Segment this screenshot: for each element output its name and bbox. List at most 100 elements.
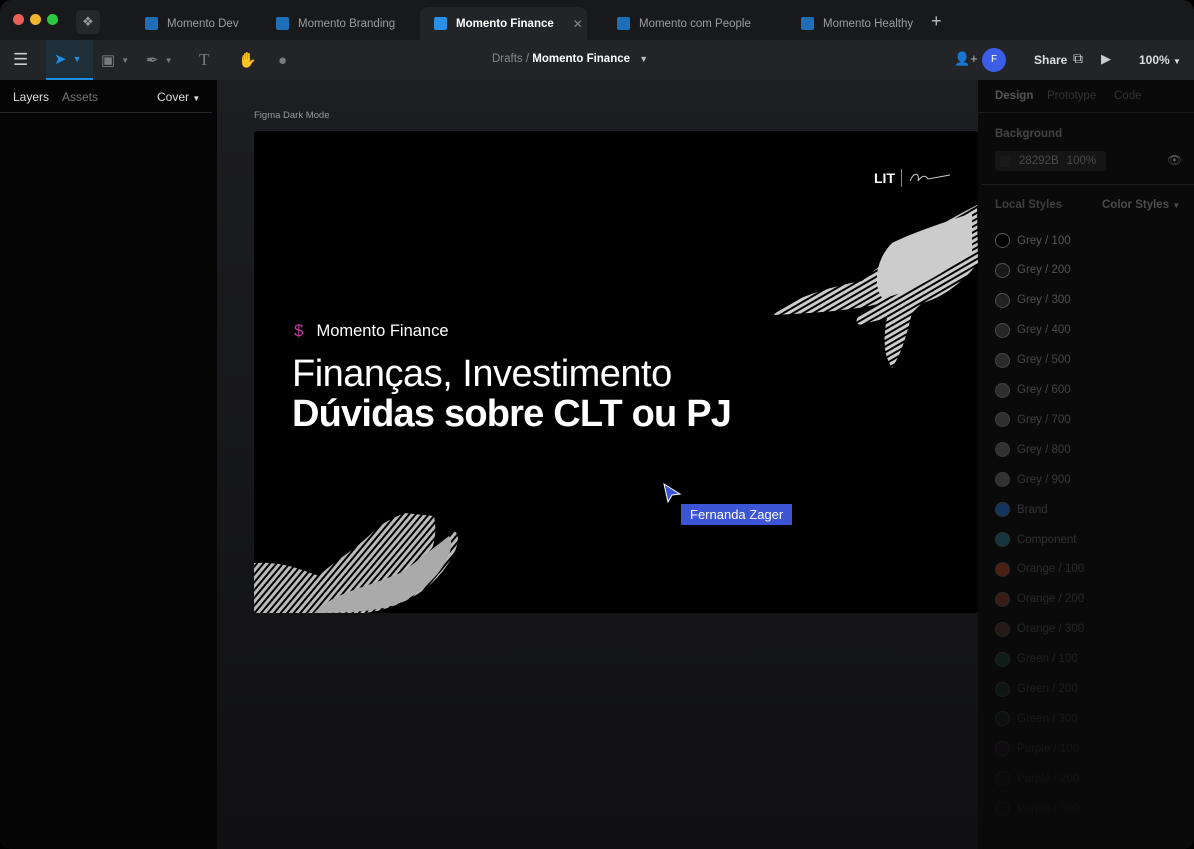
file-icon [145, 17, 158, 30]
color-swatch[interactable] [1000, 155, 1011, 167]
color-swatch [995, 472, 1010, 488]
color-swatch [995, 262, 1010, 278]
filter-label: Color Styles [1102, 199, 1170, 211]
title-line-1: Finanças, Investimento [292, 353, 672, 395]
color-style-item[interactable]: Grey / 800 [995, 442, 1071, 458]
bg-hex[interactable]: 28292B [1019, 155, 1059, 167]
color-style-item[interactable]: Purple / 200 [995, 771, 1079, 787]
close-window-button[interactable] [13, 14, 24, 25]
color-style-item[interactable]: Orange / 200 [995, 591, 1085, 607]
color-swatch [995, 771, 1010, 787]
close-tab-icon[interactable]: ✕ [573, 17, 583, 31]
figma-logo-icon[interactable]: ❖ [76, 10, 100, 34]
file-icon [617, 17, 630, 30]
color-style-item[interactable]: Orange / 100 [995, 561, 1084, 577]
color-style-item[interactable]: Grey / 900 [995, 472, 1071, 488]
minimize-window-button[interactable] [30, 14, 41, 25]
bg-opacity[interactable]: 100% [1067, 155, 1096, 167]
local-styles-label: Local Styles [995, 199, 1063, 211]
file-icon [801, 17, 814, 30]
color-swatch [995, 651, 1010, 667]
color-style-name: Green / 300 [1017, 712, 1078, 725]
background-label: Background [995, 128, 1063, 140]
color-style-name: Orange / 200 [1017, 593, 1085, 606]
maximize-window-button[interactable] [47, 14, 58, 25]
frame-label[interactable]: Figma Dark Mode [254, 110, 330, 121]
color-style-item[interactable]: Grey / 100 [995, 233, 1071, 248]
color-style-item[interactable]: Green / 100 [995, 651, 1078, 667]
breadcrumb-parent[interactable]: Drafts / [492, 53, 529, 65]
tab-assets[interactable]: Assets [62, 90, 98, 104]
background-color-field[interactable]: 28292B 100% [995, 151, 1106, 171]
color-style-item[interactable]: Brand [995, 502, 1048, 518]
color-style-item[interactable]: Grey / 400 [995, 322, 1071, 338]
open-external-icon[interactable]: ⧉ [1073, 50, 1083, 67]
frame-tool[interactable]: ▣ ▼ [101, 40, 129, 80]
tab-momento-branding[interactable]: Momento Branding [262, 7, 417, 40]
add-user-icon[interactable]: 👤+ [954, 51, 978, 67]
color-style-item[interactable]: Purple / 100 [995, 741, 1079, 757]
comment-tool-icon[interactable]: ● [278, 40, 287, 80]
signature-icon [909, 173, 951, 182]
pen-tool[interactable]: ✒ ▼ [146, 40, 173, 80]
text-tool-icon[interactable]: T [199, 40, 209, 80]
color-style-name: Grey / 900 [1017, 473, 1071, 486]
avatar[interactable]: F [982, 48, 1006, 72]
color-swatch [995, 292, 1010, 308]
color-style-item[interactable]: Grey / 600 [995, 382, 1071, 398]
color-style-name: Grey / 400 [1017, 324, 1071, 337]
zoom-value: 100% [1139, 53, 1170, 67]
color-style-item[interactable]: Green / 300 [995, 711, 1078, 727]
color-style-item[interactable]: Grey / 300 [995, 292, 1071, 308]
color-style-name: Orange / 300 [1017, 623, 1085, 636]
chevron-down-icon: ▼ [192, 94, 201, 103]
color-style-item[interactable]: Purple / 300 [995, 801, 1079, 817]
color-swatch [995, 711, 1010, 727]
share-button[interactable]: Share [1034, 53, 1067, 67]
eye-icon[interactable]: 👁 [1167, 153, 1182, 167]
color-style-item[interactable]: Orange / 300 [995, 621, 1085, 637]
tab-momento-healthy[interactable]: Momento Healthy [787, 7, 922, 40]
chevron-down-icon[interactable]: ▼ [639, 54, 648, 64]
file-name[interactable]: Momento Finance [532, 53, 630, 65]
tab-layers[interactable]: Layers [13, 90, 49, 104]
tab-momento-com-people[interactable]: Momento com People [603, 7, 773, 40]
tab-prototype[interactable]: Prototype [1047, 90, 1096, 102]
zoom-dropdown[interactable]: 100% ▼ [1139, 53, 1181, 67]
canvas[interactable]: Figma Dark Mode LIT $ Momento Finance Fi… [217, 80, 978, 849]
color-swatch [995, 801, 1010, 817]
color-swatch [995, 233, 1010, 248]
tab-momento-finance[interactable]: Momento Finance ✕ [420, 7, 587, 40]
hand-tool-icon[interactable]: ✋ [238, 40, 257, 80]
new-tab-icon[interactable]: + [931, 11, 942, 32]
figma-window: ❖ Momento Dev Momento Branding Momento F… [0, 0, 1194, 849]
file-icon [434, 17, 447, 30]
color-style-item[interactable]: Component [995, 532, 1076, 547]
color-swatch [995, 681, 1010, 697]
color-styles-dropdown[interactable]: Color Styles ▼ [1102, 199, 1180, 211]
color-style-item[interactable]: Green / 200 [995, 681, 1078, 697]
move-tool[interactable]: ➤ ▼ [46, 40, 93, 80]
divider [982, 184, 1194, 185]
play-icon[interactable]: ▶ [1101, 51, 1111, 67]
cover-frame[interactable]: LIT $ Momento Finance Finanças, Investim… [254, 131, 978, 613]
page-selector[interactable]: Cover ▼ [157, 90, 200, 104]
tab-bar: ❖ Momento Dev Momento Branding Momento F… [0, 0, 1194, 40]
color-swatch [995, 352, 1010, 368]
brand-name: Momento Finance [316, 321, 449, 340]
pen-icon: ✒ [146, 52, 159, 69]
tab-momento-dev[interactable]: Momento Dev [131, 7, 261, 40]
collaborator-cursor-icon [663, 482, 682, 504]
color-swatch [995, 591, 1010, 607]
tab-label: Momento Healthy [823, 17, 914, 30]
color-style-item[interactable]: Grey / 700 [995, 412, 1071, 428]
cursor-arrow-icon: ➤ [54, 51, 67, 68]
tab-code[interactable]: Code [1114, 90, 1142, 102]
menu-icon[interactable]: ☰ [13, 40, 28, 80]
color-style-item[interactable]: Grey / 200 [995, 262, 1071, 278]
tab-design[interactable]: Design [995, 90, 1033, 102]
color-style-name: Grey / 200 [1017, 264, 1071, 277]
collaborator-name-label: Fernanda Zager [681, 504, 793, 525]
color-style-item[interactable]: Grey / 500 [995, 352, 1071, 368]
breadcrumb[interactable]: Drafts / Momento Finance ▼ [492, 53, 648, 65]
